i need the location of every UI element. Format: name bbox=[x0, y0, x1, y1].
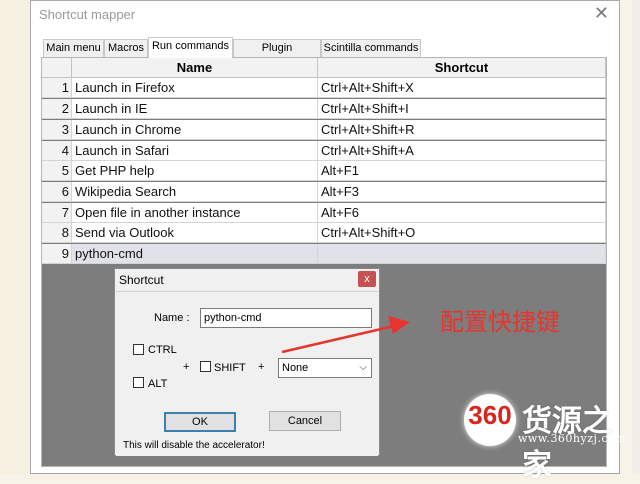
watermark-logo-number: 360 bbox=[468, 400, 512, 430]
tab-run-commands[interactable]: Run commands bbox=[148, 37, 233, 58]
annotation-text: 配置快捷键 bbox=[440, 308, 560, 336]
watermark-url: www.360hyzj.com bbox=[518, 432, 627, 445]
watermark: 360 货源之家 www.360hyzj.com bbox=[456, 386, 640, 483]
